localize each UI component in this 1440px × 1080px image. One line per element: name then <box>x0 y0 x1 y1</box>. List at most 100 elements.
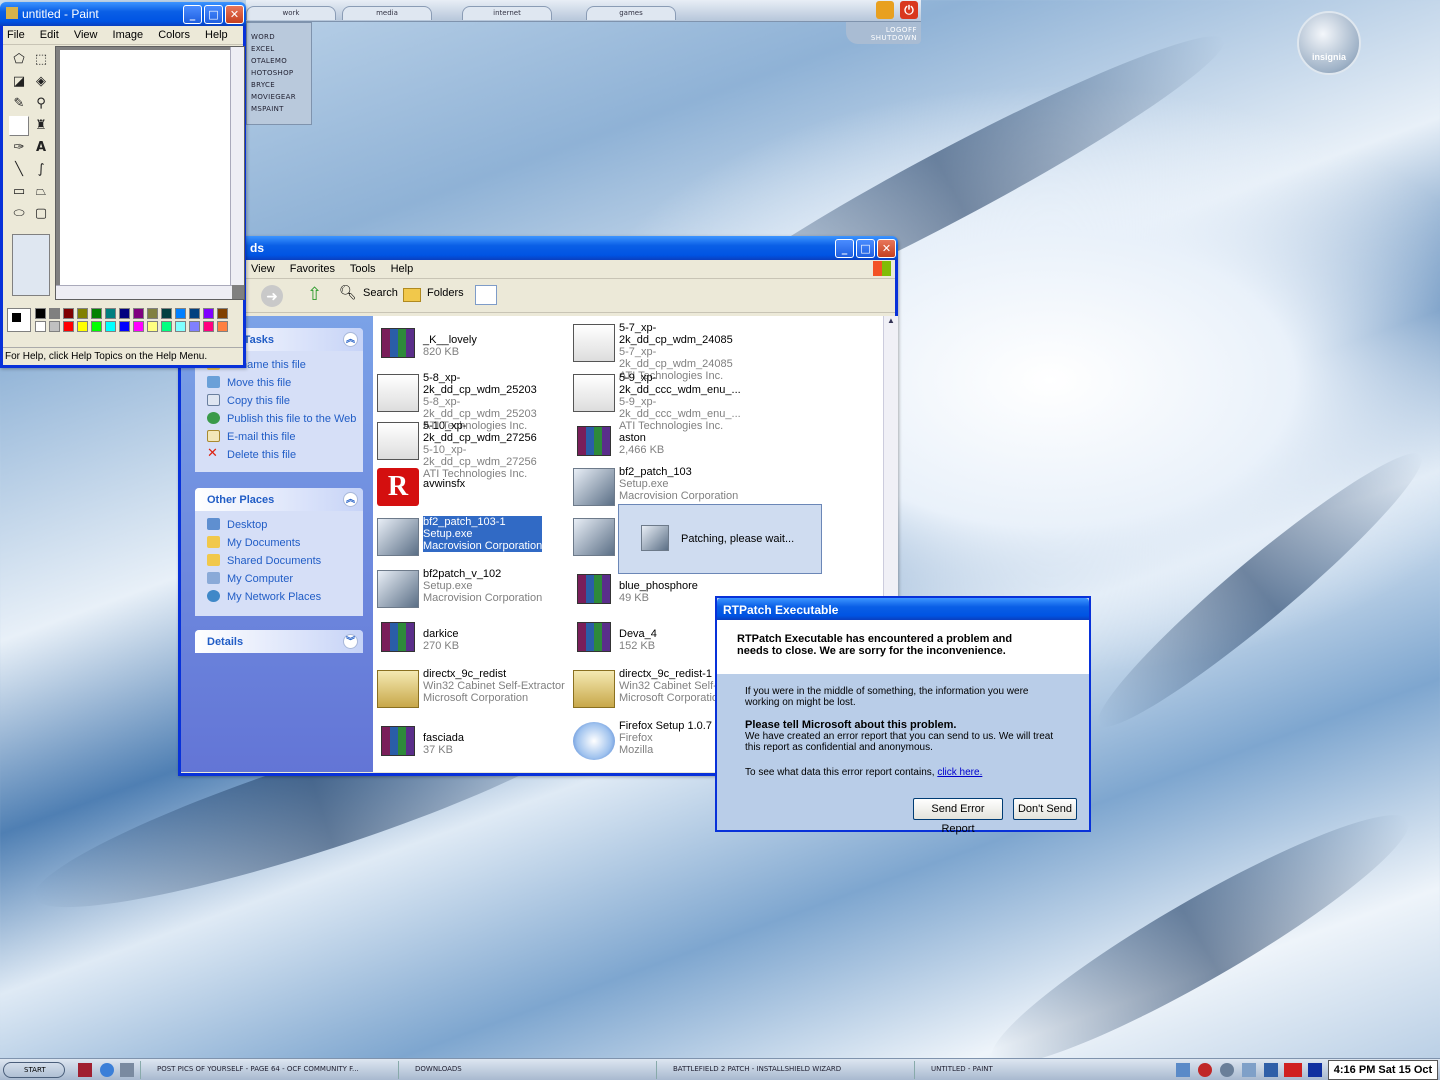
curve-icon[interactable]: ∫ <box>31 160 51 180</box>
file-item[interactable]: 5-7_xp-2k_dd_cp_wdm_24085 5-7_xp-2k_dd_cp… <box>571 322 763 382</box>
palette-swatch[interactable] <box>217 321 228 332</box>
file-item[interactable]: directx_9c_redist Win32 Cabinet Self-Extr… <box>375 668 567 714</box>
up-folder-icon[interactable]: ⇧ <box>307 284 322 305</box>
task-email[interactable]: E-mail this file <box>195 427 363 445</box>
power-icon[interactable]: ⏻ <box>900 1 918 19</box>
maximize-button[interactable]: □ <box>856 239 875 258</box>
palette-swatch[interactable] <box>133 308 144 319</box>
click-here-link[interactable]: click here. <box>937 767 982 778</box>
menu-help[interactable]: Help <box>391 263 414 275</box>
palette-swatch[interactable] <box>91 308 102 319</box>
rect-select-icon[interactable]: ⬚ <box>31 50 51 70</box>
file-item[interactable]: Ravwinsfx <box>375 466 567 512</box>
collapse-icon[interactable]: ︽ <box>343 332 358 347</box>
close-button[interactable]: ✕ <box>225 5 244 24</box>
canvas-vscroll[interactable] <box>230 47 244 285</box>
shield-icon[interactable] <box>1198 1063 1212 1077</box>
launcher-app[interactable]: EXCEL <box>247 45 311 57</box>
palette-swatch[interactable] <box>49 321 60 332</box>
palette-swatch[interactable] <box>35 308 46 319</box>
place-desktop[interactable]: Desktop <box>195 515 363 533</box>
collapse-icon[interactable]: ︽ <box>343 492 358 507</box>
folders-button[interactable]: Folders <box>427 287 464 299</box>
menu-tools[interactable]: Tools <box>350 263 376 275</box>
menu-image[interactable]: Image <box>113 29 144 41</box>
file-item[interactable]: 5-10_xp-2k_dd_cp_wdm_27256 5-10_xp-2k_dd_… <box>375 420 567 480</box>
explorer-titlebar[interactable]: ds _ □ ✕ <box>178 236 898 260</box>
text-icon[interactable]: A <box>31 138 51 158</box>
quicklaunch-icon[interactable] <box>78 1063 92 1077</box>
palette-swatch[interactable] <box>119 321 130 332</box>
place-shared-documents[interactable]: Shared Documents <box>195 551 363 569</box>
ati-icon[interactable] <box>1284 1063 1302 1077</box>
palette-swatch[interactable] <box>217 308 228 319</box>
palette-swatch[interactable] <box>105 321 116 332</box>
palette-swatch[interactable] <box>63 321 74 332</box>
task-publish[interactable]: Publish this file to the Web <box>195 409 363 427</box>
file-item[interactable]: fasciada 37 KB <box>375 720 567 766</box>
file-item[interactable]: bf2patch_v_102 Setup.exe Macrovision Corpo… <box>375 568 567 614</box>
palette-swatch[interactable] <box>49 308 60 319</box>
file-item[interactable]: aston 2,466 KB <box>571 420 763 466</box>
launcher-tab-games[interactable]: games <box>586 6 676 20</box>
file-item[interactable]: 5-8_xp-2k_dd_cp_wdm_25203 5-8_xp-2k_dd_cp… <box>375 372 567 432</box>
taskbar-item-installshield[interactable]: BATTLEFIELD 2 PATCH - INSTALLSHIELD WIZA… <box>656 1061 912 1079</box>
palette-swatch[interactable] <box>147 321 158 332</box>
launcher-app[interactable]: WORD <box>247 33 311 45</box>
minimize-button[interactable]: _ <box>183 5 202 24</box>
fill-icon[interactable]: ◈ <box>31 72 51 92</box>
launcher-app[interactable]: HOTOSHOP <box>247 69 311 81</box>
file-item[interactable]: darkice 270 KB <box>375 616 567 662</box>
menu-file[interactable]: File <box>7 29 25 41</box>
folders-icon[interactable] <box>403 288 421 302</box>
brush-icon[interactable]: ♜ <box>31 116 51 136</box>
menu-view[interactable]: View <box>251 263 275 275</box>
palette-swatch[interactable] <box>161 321 172 332</box>
current-colors[interactable] <box>7 308 31 332</box>
quicklaunch-icon[interactable] <box>120 1063 134 1077</box>
palette-swatch[interactable] <box>35 321 46 332</box>
place-network[interactable]: My Network Places <box>195 587 363 605</box>
close-button[interactable]: ✕ <box>877 239 896 258</box>
file-item[interactable]: _K__lovely 820 KB <box>375 322 567 368</box>
ie-icon[interactable] <box>100 1063 114 1077</box>
launcher-tab-media[interactable]: media <box>342 6 432 20</box>
launcher-tab-internet[interactable]: internet <box>462 6 552 20</box>
tool-options[interactable] <box>12 234 50 296</box>
palette-swatch[interactable] <box>189 321 200 332</box>
eyedropper-icon[interactable]: ✎ <box>9 94 29 114</box>
tray-icon[interactable] <box>1264 1063 1278 1077</box>
search-button[interactable]: Search <box>363 287 398 299</box>
menu-view[interactable]: View <box>74 29 98 41</box>
send-error-report-button[interactable]: Send Error Report <box>913 798 1003 835</box>
other-places-header[interactable]: Other Places ︽ <box>195 488 363 511</box>
rectangle-icon[interactable]: ▭ <box>9 182 29 202</box>
shutdown-label[interactable]: SHUTDOWN <box>846 34 917 42</box>
palette-swatch[interactable] <box>77 308 88 319</box>
place-my-documents[interactable]: My Documents <box>195 533 363 551</box>
key-icon[interactable] <box>876 1 894 19</box>
tray-icon[interactable] <box>1176 1063 1190 1077</box>
task-move[interactable]: Move this file <box>195 373 363 391</box>
launcher-app[interactable]: MSPAINT <box>247 105 311 117</box>
menu-edit[interactable]: Edit <box>40 29 59 41</box>
eraser-icon[interactable]: ◪ <box>9 72 29 92</box>
taskbar-item-downloads[interactable]: DOWNLOADS <box>398 1061 654 1079</box>
magnifier-icon[interactable]: ⚲ <box>31 94 51 114</box>
launcher-app[interactable]: BRYCE <box>247 81 311 93</box>
place-my-computer[interactable]: My Computer <box>195 569 363 587</box>
launcher-tab-work[interactable]: work <box>246 6 336 20</box>
launcher-app[interactable]: OTALEMO <box>247 57 311 69</box>
canvas-hscroll[interactable] <box>56 285 232 299</box>
insignia-logo[interactable]: insignia <box>1297 11 1361 75</box>
palette-swatch[interactable] <box>175 308 186 319</box>
file-item[interactable]: bf2_patch_103-1 Setup.exe Macrovision Corp… <box>375 516 567 562</box>
maximize-button[interactable]: □ <box>204 5 223 24</box>
line-icon[interactable]: ╲ <box>9 160 29 180</box>
tray-icon[interactable] <box>1242 1063 1256 1077</box>
pencil-icon[interactable]: ✏ <box>9 116 29 136</box>
logoff-shutdown[interactable]: LOGOFF SHUTDOWN <box>846 22 921 44</box>
palette-swatch[interactable] <box>161 308 172 319</box>
scroll-up-icon[interactable]: ▲ <box>884 316 898 330</box>
details-header[interactable]: Details ︾ <box>195 630 363 653</box>
